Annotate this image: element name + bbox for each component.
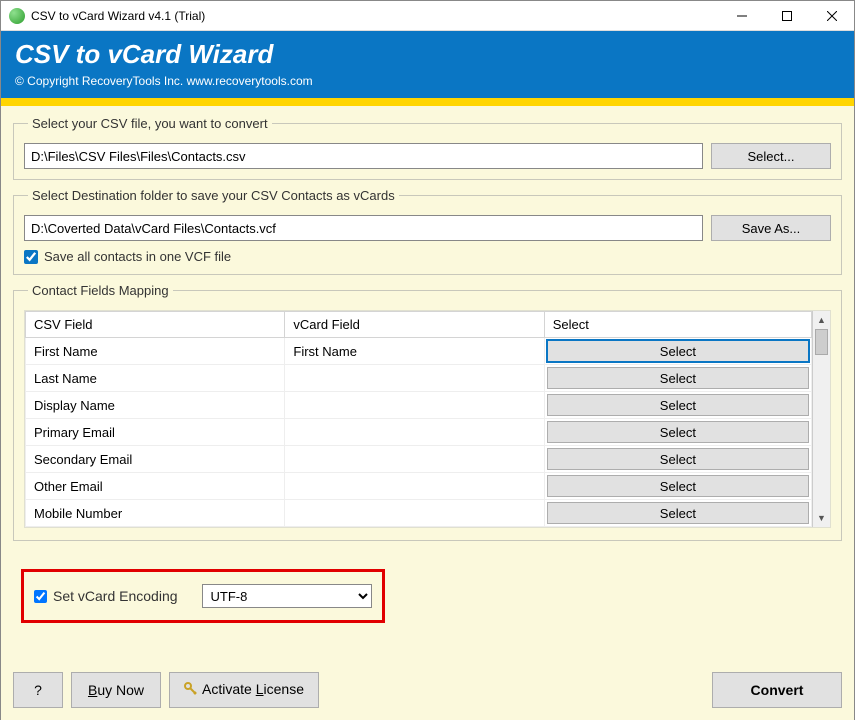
- header-accent-bar: [1, 98, 854, 106]
- app-title: CSV to vCard Wizard: [15, 39, 840, 70]
- select-mapping-button[interactable]: Select: [547, 340, 809, 362]
- select-cell: Select: [544, 392, 811, 419]
- app-icon: [9, 8, 25, 24]
- select-cell: Select: [544, 365, 811, 392]
- encoding-select[interactable]: UTF-8: [202, 584, 372, 608]
- save-all-label: Save all contacts in one VCF file: [44, 249, 231, 264]
- select-mapping-button[interactable]: Select: [547, 502, 809, 524]
- close-button[interactable]: [809, 1, 854, 30]
- select-mapping-button[interactable]: Select: [547, 394, 809, 416]
- mapping-group: Contact Fields Mapping CSV Field vCard F…: [13, 283, 842, 541]
- mapping-legend: Contact Fields Mapping: [28, 283, 173, 298]
- encoding-highlight-box: Set vCard Encoding UTF-8: [21, 569, 385, 623]
- select-cell: Select: [544, 473, 811, 500]
- csv-field-cell: Last Name: [26, 365, 285, 392]
- csv-field-cell: Display Name: [26, 392, 285, 419]
- app-header: CSV to vCard Wizard © Copyright Recovery…: [1, 31, 854, 98]
- table-row: Mobile Number Select: [26, 500, 812, 527]
- select-cell: Select: [544, 500, 811, 527]
- vcard-field-cell: [285, 446, 544, 473]
- vcard-field-cell: [285, 365, 544, 392]
- vcard-field-cell: [285, 392, 544, 419]
- col-select: Select: [544, 312, 811, 338]
- destination-path-input[interactable]: [24, 215, 703, 241]
- source-legend: Select your CSV file, you want to conver…: [28, 116, 272, 131]
- window-title: CSV to vCard Wizard v4.1 (Trial): [31, 9, 719, 23]
- encoding-checkbox[interactable]: [34, 590, 47, 603]
- table-row: Primary Email Select: [26, 419, 812, 446]
- csv-field-cell: Primary Email: [26, 419, 285, 446]
- select-mapping-button[interactable]: Select: [547, 367, 809, 389]
- source-path-input[interactable]: [24, 143, 703, 169]
- table-row: Display Name Select: [26, 392, 812, 419]
- help-button[interactable]: ?: [13, 672, 63, 708]
- select-cell: Select: [544, 419, 811, 446]
- encoding-label: Set vCard Encoding: [34, 588, 178, 604]
- minimize-button[interactable]: [719, 1, 764, 30]
- buy-now-button[interactable]: Buy Now: [71, 672, 161, 708]
- table-row: Other Email Select: [26, 473, 812, 500]
- encoding-label-text: Set vCard Encoding: [53, 588, 178, 604]
- select-cell: Select: [544, 338, 811, 365]
- mapping-scrollbar[interactable]: ▲ ▼: [812, 311, 830, 527]
- select-source-button[interactable]: Select...: [711, 143, 831, 169]
- col-csv-field: CSV Field: [26, 312, 285, 338]
- mapping-table-wrap: CSV Field vCard Field Select First NameF…: [24, 310, 831, 528]
- destination-legend: Select Destination folder to save your C…: [28, 188, 399, 203]
- vcard-field-cell: First Name: [285, 338, 544, 365]
- csv-field-cell: Secondary Email: [26, 446, 285, 473]
- scroll-up-button[interactable]: ▲: [813, 311, 830, 329]
- content-area: Select your CSV file, you want to conver…: [1, 106, 854, 720]
- csv-field-cell: Mobile Number: [26, 500, 285, 527]
- vcard-field-cell: [285, 500, 544, 527]
- scroll-down-button[interactable]: ▼: [813, 509, 830, 527]
- app-copyright: © Copyright RecoveryTools Inc. www.recov…: [15, 74, 840, 88]
- mapping-table: CSV Field vCard Field Select First NameF…: [25, 311, 812, 527]
- mapping-header-row: CSV Field vCard Field Select: [26, 312, 812, 338]
- csv-field-cell: Other Email: [26, 473, 285, 500]
- convert-button[interactable]: Convert: [712, 672, 842, 708]
- scroll-thumb[interactable]: [815, 329, 828, 355]
- select-mapping-button[interactable]: Select: [547, 421, 809, 443]
- activate-license-button[interactable]: Activate License: [169, 672, 319, 708]
- save-as-button[interactable]: Save As...: [711, 215, 831, 241]
- vcard-field-cell: [285, 419, 544, 446]
- title-bar: CSV to vCard Wizard v4.1 (Trial): [1, 1, 854, 31]
- destination-group: Select Destination folder to save your C…: [13, 188, 842, 275]
- key-icon: [184, 682, 198, 699]
- select-mapping-button[interactable]: Select: [547, 475, 809, 497]
- select-mapping-button[interactable]: Select: [547, 448, 809, 470]
- save-all-checkbox[interactable]: [24, 250, 38, 264]
- col-vcard-field: vCard Field: [285, 312, 544, 338]
- source-group: Select your CSV file, you want to conver…: [13, 116, 842, 180]
- select-cell: Select: [544, 446, 811, 473]
- maximize-button[interactable]: [764, 1, 809, 30]
- vcard-field-cell: [285, 473, 544, 500]
- table-row: First NameFirst NameSelect: [26, 338, 812, 365]
- table-row: Last Name Select: [26, 365, 812, 392]
- csv-field-cell: First Name: [26, 338, 285, 365]
- table-row: Secondary Email Select: [26, 446, 812, 473]
- footer-bar: ? Buy Now Activate License Convert: [13, 672, 842, 708]
